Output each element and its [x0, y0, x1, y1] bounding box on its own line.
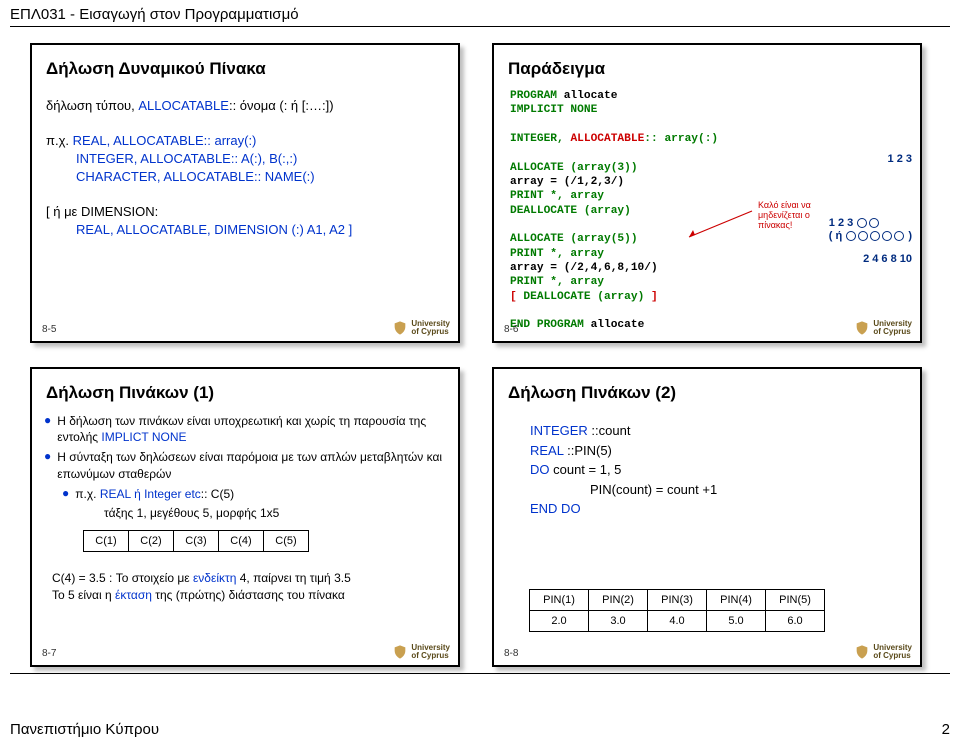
- rule-top: [10, 26, 950, 27]
- slide-num: 8-5: [42, 324, 56, 335]
- code-body: INTEGER ::count REAL ::PIN(5) DO count =…: [530, 421, 910, 519]
- cell: C(2): [128, 530, 174, 552]
- cell: 6.0: [765, 610, 825, 632]
- slide-title: Δήλωση Πινάκων (1): [46, 383, 444, 403]
- course-title: EΠΛ031 - Εισαγωγή στον Προγραμματισμό: [10, 6, 299, 23]
- shield-icon: [854, 644, 870, 660]
- uni-logo: Universityof Cyprus: [854, 644, 912, 660]
- output-2: 1 2 3 ( ή ): [829, 217, 912, 243]
- bullet-1: ● Η δήλωση των πινάκων είναι υποχρεωτική…: [44, 413, 446, 445]
- uni-logo: Universityof Cyprus: [854, 320, 912, 336]
- shield-icon: [854, 320, 870, 336]
- dim-label: [ ή με DIMENSION:: [46, 204, 444, 219]
- slide-body: ● Η δήλωση των πινάκων είναι υποχρεωτική…: [42, 413, 448, 604]
- callout: Καλό είναι να μηδενίζεται ο πίνακας!: [758, 201, 828, 231]
- example-l3: CHARACTER, ALLOCATABLE:: NAME(:): [76, 169, 444, 184]
- cell: C(1): [83, 530, 129, 552]
- rule-bottom: [10, 673, 950, 674]
- cell: PIN(2): [588, 589, 648, 611]
- output-1: 1 2 3: [888, 153, 912, 166]
- dim-line: REAL, ALLOCATABLE, DIMENSION (:) A1, A2 …: [76, 222, 444, 237]
- footer-left: Πανεπιστήμιο Κύπρου: [10, 721, 159, 738]
- slide-8-7: Δήλωση Πινάκων (1) ● Η δήλωση των πινάκω…: [30, 367, 460, 667]
- bullet-3: ● π.χ. REAL ή Integer etc:: C(5): [62, 486, 446, 502]
- slide-title: Παράδειγμα: [508, 59, 906, 79]
- cell: 3.0: [588, 610, 648, 632]
- slide-title: Δήλωση Πινάκων (2): [508, 383, 906, 403]
- example-line: π.χ. REAL, ALLOCATABLE:: array(:): [46, 133, 444, 148]
- cell: C(4): [218, 530, 264, 552]
- cell: PIN(3): [647, 589, 707, 611]
- cell: C(5): [263, 530, 309, 552]
- end-do: END DO: [530, 499, 910, 519]
- slide-num: 8-6: [504, 324, 518, 335]
- bullet-2: ● Η σύνταξη των δηλώσεων είναι παρόμοια …: [44, 449, 446, 481]
- c-table: C(1) C(2) C(3) C(4) C(5): [84, 530, 446, 552]
- cell: 4.0: [647, 610, 707, 632]
- footer-right: 2: [942, 721, 950, 738]
- cell: PIN(5): [765, 589, 825, 611]
- slide-body: δήλωση τύπου, ALLOCATABLE:: όνομα (: ή […: [42, 89, 448, 246]
- cell: PIN(4): [706, 589, 766, 611]
- cell: 5.0: [706, 610, 766, 632]
- bullet-4: τάξης 1, μεγέθους 5, μορφής 1x5: [104, 506, 446, 520]
- uni-logo: Universityof Cyprus: [392, 320, 450, 336]
- slide-num: 8-7: [42, 648, 56, 659]
- note: C(4) = 3.5 : Το στοιχείο με ενδείκτη 4, …: [52, 570, 438, 604]
- cell: C(3): [173, 530, 219, 552]
- shield-icon: [392, 320, 408, 336]
- slide-grid: Δήλωση Δυναμικού Πίνακα δήλωση τύπου, AL…: [0, 37, 960, 667]
- cell: PIN(1): [529, 589, 589, 611]
- example-l2: INTEGER, ALLOCATABLE:: A(:), B(:,:): [76, 151, 444, 166]
- pin-table: PIN(1) PIN(2) PIN(3) PIN(4) PIN(5) 2.0 3…: [530, 589, 910, 632]
- page-header: EΠΛ031 - Εισαγωγή στον Προγραμματισμό: [0, 0, 960, 26]
- callout-arrow-icon: [684, 203, 754, 243]
- slide-8-6: Παράδειγμα PROGRAM allocate IMPLICIT NON…: [492, 43, 922, 343]
- slide-8-8: Δήλωση Πινάκων (2) INTEGER ::count REAL …: [492, 367, 922, 667]
- slide-title: Δήλωση Δυναμικού Πίνακα: [46, 59, 444, 79]
- slide-8-5: Δήλωση Δυναμικού Πίνακα δήλωση τύπου, AL…: [30, 43, 460, 343]
- loop-body: PIN(count) = count +1: [590, 480, 910, 500]
- uni-logo: Universityof Cyprus: [392, 644, 450, 660]
- decl-line: δήλωση τύπου, ALLOCATABLE:: όνομα (: ή […: [46, 98, 444, 113]
- shield-icon: [392, 644, 408, 660]
- output-3: 2 4 6 8 10: [863, 253, 912, 266]
- slide-num: 8-8: [504, 648, 518, 659]
- page-footer: Πανεπιστήμιο Κύπρου 2: [10, 721, 950, 738]
- cell: 2.0: [529, 610, 589, 632]
